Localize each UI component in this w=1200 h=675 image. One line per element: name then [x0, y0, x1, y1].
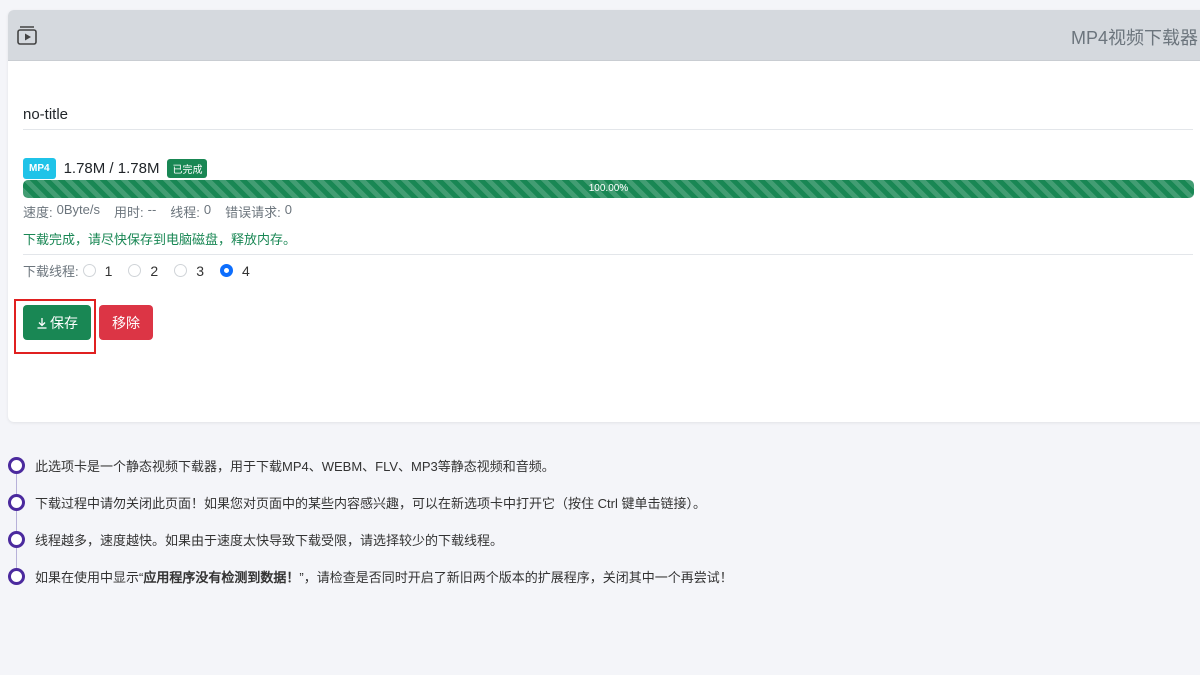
timeline-dot-icon: [8, 568, 25, 585]
stats-row: 速度: 0Byte/s 用时: -- 线程: 0 错误请求: 0: [23, 202, 292, 221]
radio-button[interactable]: [174, 264, 188, 277]
stat-speed: 速度: 0Byte/s: [23, 202, 100, 220]
stat-errors: 错误请求: 0: [225, 202, 292, 220]
thread-option-3[interactable]: 3: [174, 263, 204, 279]
video-player-icon: [17, 26, 37, 45]
timeline-dot-icon: [8, 494, 25, 511]
timeline-dot-icon: [8, 457, 25, 474]
note-item: 线程越多，速度越快。如果由于速度太快导致下载受限，请选择较少的下载线程。: [8, 530, 503, 549]
thread-option-1[interactable]: 1: [82, 263, 112, 279]
header-title: MP4视频下载器: [1070, 28, 1198, 48]
thread-option-2[interactable]: 2: [128, 263, 158, 279]
divider: [23, 254, 1193, 255]
progress-bar: 100.00%: [23, 180, 1194, 198]
radio-button[interactable]: [82, 264, 96, 277]
card-header: MP4视频下载器: [8, 10, 1200, 61]
remove-button[interactable]: 移除: [99, 305, 153, 340]
download-icon: [37, 317, 47, 329]
status-badge: 已完成: [167, 159, 208, 178]
progress-fill: 100.00%: [23, 180, 1194, 198]
threads-label: 下载线程:: [23, 264, 79, 279]
note-item: 下载过程中请勿关闭此页面！如果您对页面中的某些内容感兴趣，可以在新选项卡中打开它…: [8, 493, 706, 512]
size-text: 1.78M / 1.78M: [63, 160, 160, 177]
file-info-row: MP4 1.78M / 1.78M 已完成: [23, 158, 208, 179]
download-title: no-title: [23, 106, 1193, 130]
format-badge: MP4: [23, 158, 56, 179]
stat-threads: 线程: 0: [170, 202, 212, 220]
timeline-line: [16, 466, 17, 578]
save-button[interactable]: 保存: [23, 305, 91, 340]
note-item: 如果在使用中显示“ 应用程序没有检测到数据！ ”，请检查是否同时开启了新旧两个版本的…: [8, 567, 733, 586]
note-item: 此选项卡是一个静态视频下载器，用于下载MP4、WEBM、FLV、MP3等静态视频…: [8, 456, 555, 475]
timeline-dot-icon: [8, 531, 25, 548]
radio-button[interactable]: [128, 264, 142, 277]
stat-elapsed: 用时: --: [113, 202, 157, 220]
thread-selector: 下载线程: 1 2 3 4: [23, 261, 266, 280]
downloader-card: MP4视频下载器 no-title MP4 1.78M / 1.78M 已完成 …: [8, 10, 1200, 422]
thread-option-4[interactable]: 4: [220, 263, 250, 279]
radio-button-checked[interactable]: [220, 264, 234, 277]
status-message: 下载完成，请尽快保存到电脑磁盘，释放内存。: [23, 232, 297, 247]
